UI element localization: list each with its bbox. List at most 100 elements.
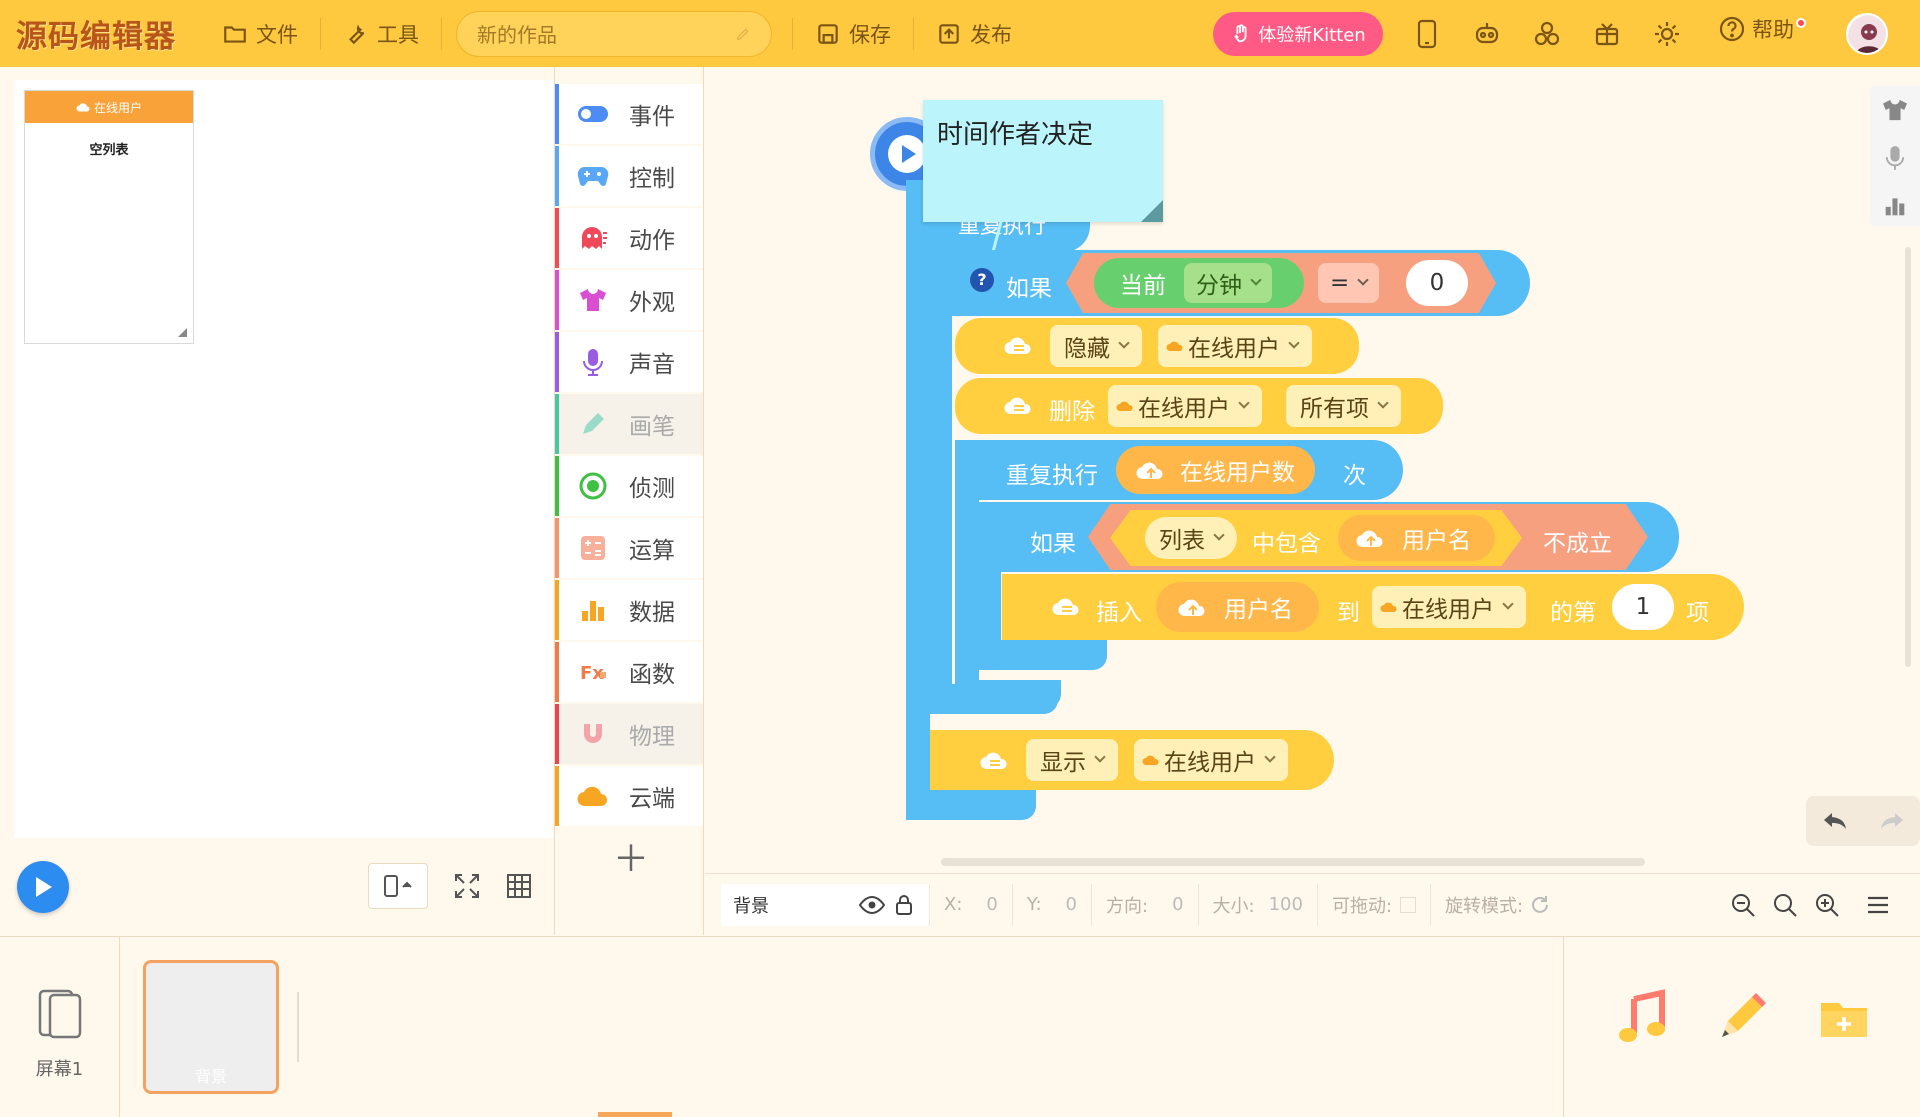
try-kitten-button[interactable]: 体验新Kitten: [1213, 12, 1383, 56]
undo-icon[interactable]: [1820, 809, 1850, 833]
direction-field[interactable]: 方向: 0: [1090, 883, 1198, 926]
comment-resize-handle[interactable]: [1141, 200, 1163, 222]
delete-which-dropdown[interactable]: 所有项: [1286, 385, 1401, 427]
category-pen[interactable]: 画笔: [555, 394, 703, 454]
delete-label: 删除: [1049, 399, 1095, 425]
username-reporter[interactable]: 用户名: [1338, 515, 1495, 561]
show-list-dropdown[interactable]: 在线用户: [1134, 739, 1288, 781]
insert-item-reporter[interactable]: 用户名: [1156, 582, 1319, 632]
delete-which-value: 所有项: [1300, 396, 1369, 422]
resize-handle[interactable]: [178, 328, 187, 337]
zoom-reset-icon[interactable]: [1772, 892, 1798, 918]
forever-loop-foot: [906, 790, 1036, 820]
category-sensing[interactable]: 侦测: [555, 456, 703, 516]
online-count-reporter[interactable]: 在线用户数: [1116, 446, 1315, 494]
category-events[interactable]: 事件: [555, 84, 703, 144]
device-switch-button[interactable]: [368, 863, 428, 909]
category-physics[interactable]: 物理: [555, 704, 703, 764]
list-dropdown[interactable]: 列表: [1145, 517, 1237, 559]
insert-position-input[interactable]: 1: [1612, 584, 1674, 630]
category-control[interactable]: 控制: [555, 146, 703, 206]
music-note-icon[interactable]: [1614, 989, 1672, 1047]
chevron-down-icon: [1288, 337, 1300, 349]
time-unit-dropdown[interactable]: 分钟: [1184, 263, 1272, 303]
draggable-checkbox[interactable]: [1400, 896, 1417, 913]
tools-menu-button[interactable]: 工具: [335, 12, 427, 56]
y-field[interactable]: Y: 0: [1011, 883, 1091, 926]
side-toolbox: [1870, 86, 1920, 226]
add-folder-icon[interactable]: [1815, 989, 1873, 1047]
device-preview-button[interactable]: [1410, 17, 1444, 51]
delete-list-dropdown[interactable]: 在线用户: [1108, 385, 1262, 427]
settings-button[interactable]: [1650, 17, 1684, 51]
show-action-dropdown[interactable]: 显示: [1026, 739, 1118, 781]
hide-action-dropdown[interactable]: 隐藏: [1050, 325, 1142, 367]
cloud-list-widget[interactable]: 在线用户 空列表: [24, 90, 194, 344]
extensions-button[interactable]: [1530, 17, 1564, 51]
publish-button[interactable]: 发布: [928, 12, 1020, 56]
gift-button[interactable]: [1590, 17, 1624, 51]
draggable-field[interactable]: 可拖动:: [1316, 883, 1430, 926]
size-label: 大小:: [1212, 895, 1255, 917]
magnet-icon: [584, 724, 602, 743]
user-avatar[interactable]: [1846, 13, 1888, 55]
x-field[interactable]: X: 0: [929, 883, 1012, 926]
category-operators[interactable]: 运算: [555, 518, 703, 578]
sprite-card-background[interactable]: 背景: [143, 960, 279, 1094]
zoom-out-icon[interactable]: [1730, 892, 1756, 918]
insert-list-dropdown[interactable]: 在线用户: [1372, 586, 1526, 628]
run-button[interactable]: [17, 861, 69, 913]
size-field[interactable]: 大小: 100: [1197, 883, 1317, 926]
size-value: 100: [1268, 894, 1303, 915]
category-functions[interactable]: Fx 函数: [555, 642, 703, 702]
category-looks[interactable]: 外观: [555, 270, 703, 330]
current-label: 当前: [1120, 273, 1166, 299]
robot-button[interactable]: [1470, 17, 1504, 51]
stage-canvas[interactable]: 在线用户 空列表: [14, 80, 553, 838]
screen-tab[interactable]: 屏幕1: [0, 937, 120, 1117]
add-extension-button[interactable]: ＋: [613, 830, 649, 882]
menu-icon[interactable]: [1866, 895, 1890, 915]
play-icon: [36, 877, 52, 897]
category-cloud[interactable]: 云端: [555, 766, 703, 826]
rotate-icon[interactable]: [1529, 894, 1551, 916]
show-list-value: 在线用户: [1164, 750, 1256, 776]
zoom-in-icon[interactable]: [1814, 892, 1840, 918]
divider: [320, 17, 321, 50]
category-label: 函数: [629, 662, 675, 688]
rotation-field[interactable]: 旋转模式:: [1430, 883, 1565, 926]
horizontal-scrollbar[interactable]: [941, 858, 1645, 866]
category-motion[interactable]: 动作: [555, 208, 703, 268]
data-view-button[interactable]: [1870, 182, 1920, 230]
resource-panel: [1563, 937, 1920, 1117]
gamepad-icon: [577, 166, 609, 186]
sound-button[interactable]: [1870, 134, 1920, 182]
avatar-image: [1848, 15, 1886, 53]
help-icon[interactable]: ?: [970, 268, 994, 292]
toggle-icon: [578, 106, 608, 122]
if-arm: [930, 300, 952, 702]
sprite-property-bar: 背景 X: 0 Y: 0 方向: 0 大小: 100 可拖动: 旋转模式:: [705, 873, 1920, 935]
comment-note[interactable]: 时间作者决定: [923, 100, 1163, 222]
file-menu-button[interactable]: 文件: [214, 12, 306, 56]
list-dropdown-value: 列表: [1159, 528, 1205, 554]
comment-text: 时间作者决定: [937, 120, 1094, 150]
fullscreen-button[interactable]: [444, 863, 490, 909]
category-sound[interactable]: 声音: [555, 332, 703, 392]
costume-button[interactable]: [1870, 86, 1920, 134]
project-title-input[interactable]: 新的作品: [456, 10, 772, 57]
category-data[interactable]: 数据: [555, 580, 703, 640]
grid-toggle-button[interactable]: [496, 863, 542, 909]
lock-icon[interactable]: [895, 894, 913, 916]
operator-dropdown[interactable]: =: [1318, 263, 1380, 303]
help-button[interactable]: 帮助: [1718, 14, 1806, 44]
compare-value-input[interactable]: 0: [1406, 260, 1468, 306]
save-button[interactable]: 保存: [807, 12, 899, 56]
eye-icon[interactable]: [859, 895, 885, 914]
vertical-scrollbar[interactable]: [1905, 247, 1911, 667]
hide-list-dropdown[interactable]: 在线用户: [1158, 325, 1312, 367]
cloud-list-icon: [1004, 397, 1031, 415]
redo-icon[interactable]: [1877, 809, 1907, 833]
show-action-value: 显示: [1040, 750, 1086, 776]
paint-pencil-icon[interactable]: [1712, 989, 1770, 1047]
